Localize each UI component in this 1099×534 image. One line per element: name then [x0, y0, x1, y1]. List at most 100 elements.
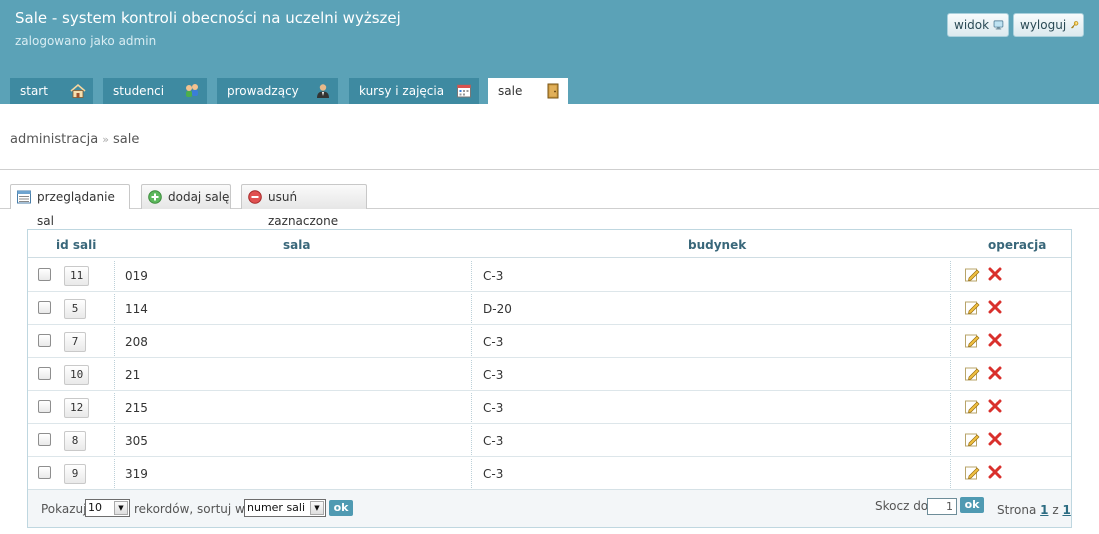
column-divider	[950, 393, 951, 422]
delete-selected-label: usuń zaznaczone	[268, 190, 339, 228]
column-divider	[950, 294, 951, 323]
sort-by-select[interactable]: numer sali ↑ ▼	[244, 499, 326, 517]
table-header: id sali sala budynek operacja	[28, 230, 1071, 258]
view-button-label: widok	[954, 18, 990, 32]
column-divider	[114, 360, 115, 389]
column-divider	[114, 393, 115, 422]
jump-to-label: Skocz do	[875, 499, 929, 513]
column-divider	[950, 459, 951, 488]
table-row: 12 215 C-3	[28, 391, 1071, 424]
delete-icon[interactable]	[988, 366, 1002, 380]
row-select-checkbox[interactable]	[38, 367, 51, 380]
add-room-button[interactable]: dodaj salę	[141, 184, 231, 209]
column-divider	[950, 327, 951, 356]
tab-studenci-label: studenci	[113, 84, 165, 98]
students-icon	[186, 84, 198, 97]
edit-icon[interactable]	[965, 399, 980, 414]
column-divider	[471, 459, 472, 488]
table-row: 10 21 C-3	[28, 358, 1071, 391]
table-view-icon	[17, 190, 31, 204]
add-room-label: dodaj salę	[168, 190, 230, 204]
row-select-checkbox[interactable]	[38, 400, 51, 413]
edit-icon[interactable]	[965, 333, 980, 348]
column-header-id[interactable]: id sali	[56, 238, 96, 252]
column-header-sala[interactable]: sala	[283, 238, 310, 252]
edit-icon[interactable]	[965, 300, 980, 315]
tab-start[interactable]: start	[10, 78, 93, 104]
tab-prowadzacy[interactable]: prowadzący	[217, 78, 338, 104]
column-divider	[950, 261, 951, 290]
edit-icon[interactable]	[965, 366, 980, 381]
building-name: C-3	[483, 368, 504, 382]
tab-kursy[interactable]: kursy i zajęcia	[349, 78, 479, 104]
chevron-down-icon: ▼	[114, 501, 128, 515]
column-divider	[471, 327, 472, 356]
building-name: C-3	[483, 335, 504, 349]
building-name: C-3	[483, 401, 504, 415]
page-label: Strona	[997, 503, 1037, 517]
room-id-badge: 9	[64, 464, 86, 484]
room-id-badge: 8	[64, 431, 86, 451]
edit-icon[interactable]	[965, 432, 980, 447]
delete-icon[interactable]	[988, 432, 1002, 446]
pagination-info: Strona 1 z 1	[997, 503, 1071, 517]
delete-icon[interactable]	[988, 300, 1002, 314]
row-select-checkbox[interactable]	[38, 301, 51, 314]
row-select-checkbox[interactable]	[38, 268, 51, 281]
column-divider	[471, 393, 472, 422]
column-divider	[114, 261, 115, 290]
rooms-table: id sali sala budynek operacja 11 019 C-3 5 1…	[27, 229, 1072, 528]
edit-icon[interactable]	[965, 465, 980, 480]
edit-icon[interactable]	[965, 267, 980, 282]
page-total-link[interactable]: 1	[1062, 503, 1070, 517]
show-label: Pokazuj	[41, 502, 87, 516]
table-row: 11 019 C-3	[28, 259, 1071, 292]
room-number: 305	[125, 434, 148, 448]
teacher-icon	[317, 84, 329, 98]
jump-ok-button[interactable]: ok	[960, 497, 984, 513]
breadcrumb-divider	[0, 169, 1099, 170]
login-status: zalogowano jako admin	[15, 34, 157, 48]
breadcrumb-parent[interactable]: administracja	[10, 132, 98, 147]
calendar-icon	[457, 84, 471, 98]
row-select-checkbox[interactable]	[38, 433, 51, 446]
row-select-checkbox[interactable]	[38, 466, 51, 479]
logout-button[interactable]: wyloguj	[1013, 13, 1084, 37]
delete-icon[interactable]	[988, 333, 1002, 347]
column-divider	[114, 459, 115, 488]
delete-icon[interactable]	[988, 267, 1002, 281]
column-divider	[114, 426, 115, 455]
home-icon	[70, 83, 86, 98]
view-button[interactable]: widok	[947, 13, 1009, 37]
room-number: 215	[125, 401, 148, 415]
delete-icon[interactable]	[988, 399, 1002, 413]
apply-ok-button[interactable]: ok	[329, 500, 353, 516]
door-icon	[547, 83, 559, 99]
tab-prowadzacy-label: prowadzący	[227, 84, 299, 98]
per-page-value: 10	[88, 501, 102, 514]
monitor-icon	[993, 20, 1004, 30]
table-row: 8 305 C-3	[28, 424, 1071, 457]
jump-to-page-input[interactable]: 1	[927, 498, 957, 515]
row-select-checkbox[interactable]	[38, 334, 51, 347]
column-divider	[471, 294, 472, 323]
page-current-link[interactable]: 1	[1040, 503, 1048, 517]
delete-icon[interactable]	[988, 465, 1002, 479]
records-sort-label: rekordów, sortuj wg.	[134, 502, 257, 516]
table-footer: Pokazuj 10 ▼ rekordów, sortuj wg. numer …	[28, 489, 1071, 527]
table-row: 9 319 C-3	[28, 457, 1071, 490]
tab-sale[interactable]: sale	[488, 78, 568, 104]
subtab-browse-label: przeglądanie sal	[37, 190, 115, 228]
room-id-badge: 5	[64, 299, 86, 319]
room-number: 208	[125, 335, 148, 349]
column-divider	[114, 294, 115, 323]
delete-selected-button[interactable]: usuń zaznaczone	[241, 184, 367, 228]
building-name: C-3	[483, 434, 504, 448]
subtab-browse-rooms[interactable]: przeglądanie sal	[10, 184, 130, 228]
column-header-budynek[interactable]: budynek	[688, 238, 746, 252]
sort-by-value: numer sali ↑	[247, 501, 318, 514]
room-id-badge: 10	[64, 365, 90, 385]
app-title: Sale - system kontroli obecności na ucze…	[15, 9, 401, 27]
tab-studenci[interactable]: studenci	[103, 78, 207, 104]
per-page-select[interactable]: 10 ▼	[85, 499, 130, 517]
